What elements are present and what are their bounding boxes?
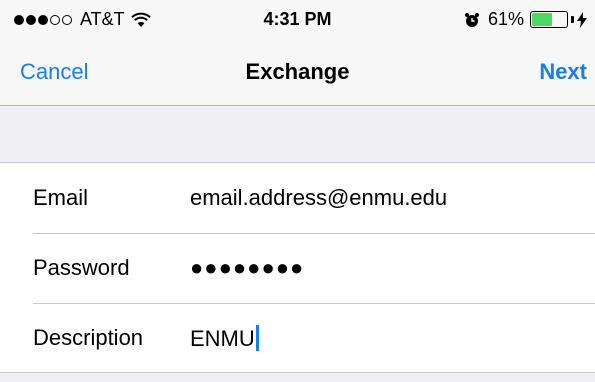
- section-spacer: [0, 107, 595, 163]
- battery-icon: [530, 11, 568, 28]
- next-button[interactable]: Next: [539, 59, 587, 85]
- status-right: 61%: [464, 9, 587, 30]
- email-row[interactable]: Email email.address@enmu.edu: [0, 164, 595, 233]
- description-row[interactable]: Description ENMU: [0, 304, 595, 373]
- password-label: Password: [33, 255, 130, 280]
- email-label: Email: [33, 185, 89, 210]
- battery-percent: 61%: [487, 9, 524, 29]
- status-bar: AT&T 4:31 PM 61%: [0, 0, 595, 40]
- description-label: Description: [33, 325, 144, 350]
- email-field[interactable]: email.address@enmu.edu: [190, 185, 580, 211]
- alarm-icon: [464, 12, 479, 27]
- text-cursor: [255, 325, 259, 351]
- password-field[interactable]: ●●●●●●●●: [190, 255, 580, 281]
- navigation-bar: Cancel Exchange Next: [0, 40, 595, 106]
- charging-bolt-icon: [577, 11, 587, 28]
- description-field[interactable]: ENMU: [190, 325, 580, 352]
- page-title: Exchange: [245, 59, 350, 84]
- section-footer: [0, 372, 595, 382]
- battery-fill: [532, 13, 553, 26]
- account-form: Email email.address@enmu.edu Password ●●…: [0, 164, 595, 372]
- description-value: ENMU: [190, 326, 255, 351]
- battery-nub: [571, 16, 574, 23]
- password-row[interactable]: Password ●●●●●●●●: [0, 234, 595, 303]
